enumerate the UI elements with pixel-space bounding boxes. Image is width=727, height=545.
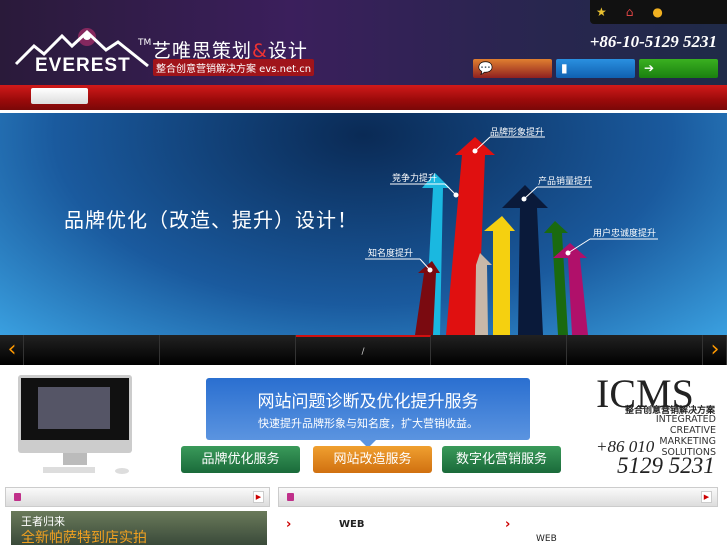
news-image[interactable]: 王者归来 全新帕萨特到店实拍 [11, 511, 267, 545]
label-competitiveness: 竞争力提升 [392, 172, 437, 184]
globe-icon[interactable]: ● [652, 5, 662, 19]
label-sales: 产品销量提升 [538, 175, 592, 187]
hero-banner[interactable]: 品牌优化（改造、提升）设计！ 品牌形象提升 竞争力提升 产品销量提升 用户忠诚度… [0, 113, 727, 335]
slider-thumbnails: / [0, 335, 727, 365]
thumb-1[interactable] [24, 335, 160, 365]
icms-phone-number: 5129 5231 [617, 453, 715, 478]
trademark: TM [138, 38, 152, 48]
digital-marketing-button[interactable]: 数字化营销服务 [442, 446, 561, 473]
promo-title: 网站问题诊断及优化提升服务 [257, 392, 479, 412]
top-links: ★ ⌂ ● [590, 0, 727, 24]
bullet-icon [14, 493, 21, 501]
nav-item-home[interactable] [31, 88, 88, 104]
chat-icon: 💬 [478, 61, 493, 75]
more-arrow-icon[interactable]: ▶ [253, 491, 264, 503]
arrow-red [446, 137, 495, 335]
growth-arrows-graphic: 品牌形象提升 竞争力提升 产品销量提升 用户忠诚度提升 知名度提升 [365, 126, 658, 335]
bullet-icon [287, 493, 294, 501]
header-phone: +86-10-5129 5231 [589, 32, 717, 51]
star-icon[interactable]: ★ [596, 5, 607, 19]
brand-optimization-button[interactable]: 品牌优化服务 [181, 446, 300, 473]
label-awareness: 知名度提升 [368, 247, 413, 259]
slider-next-button[interactable]: › [703, 335, 727, 365]
chevron-right-icon: › [286, 517, 292, 532]
chat-button[interactable]: 💬 [473, 59, 552, 78]
logo-text: EVEREST [35, 55, 131, 76]
arrow-green [544, 221, 568, 335]
more-arrow-icon[interactable]: ▶ [701, 491, 712, 503]
chart-icon: ▮ [561, 61, 568, 75]
main-nav [0, 85, 727, 110]
arrow-right-icon: ➔ [644, 61, 655, 75]
enter-button[interactable]: ➔ [639, 59, 718, 78]
stats-button[interactable]: ▮ [556, 59, 635, 78]
arrow-yellow [484, 216, 515, 335]
thumb-4[interactable] [431, 335, 568, 365]
promo-box: 网站问题诊断及优化提升服务 快速提升品牌形象与知名度，扩大营销收益。 [206, 378, 530, 440]
banner-title: 品牌优化（改造、提升）设计！ [64, 208, 358, 232]
icms-english: INTEGRATED CREATIVE MARKETING SOLUTIONS [655, 414, 716, 458]
left-panel-header: ▶ [5, 487, 270, 507]
header: EVEREST TM 艺唯思策划&设计 整合创意营销解决方案 evs.net.c… [0, 0, 727, 85]
brand-tagline: 整合创意营销解决方案 evs.net.cn [153, 59, 315, 76]
label-loyalty: 用户忠诚度提升 [593, 227, 656, 239]
website-revamp-button[interactable]: 网站改造服务 [313, 446, 432, 473]
label-brand-image: 品牌形象提升 [490, 126, 544, 138]
arrow-beige [475, 253, 492, 335]
thumb-5[interactable] [567, 335, 703, 365]
slider-prev-button[interactable]: ‹ [0, 335, 24, 365]
right-panel-header: ▶ [278, 487, 718, 507]
news-item[interactable]: WEB [339, 519, 364, 530]
home-icon[interactable]: ⌂ [626, 5, 634, 19]
thumb-2[interactable] [160, 335, 296, 365]
promo-subtitle: 快速提升品牌形象与知名度，扩大营销收益。 [258, 417, 478, 430]
chevron-right-icon: › [505, 517, 511, 532]
news-item[interactable]: WEB [536, 534, 557, 544]
thumb-3[interactable]: / [295, 335, 432, 365]
imac-image [18, 375, 132, 474]
